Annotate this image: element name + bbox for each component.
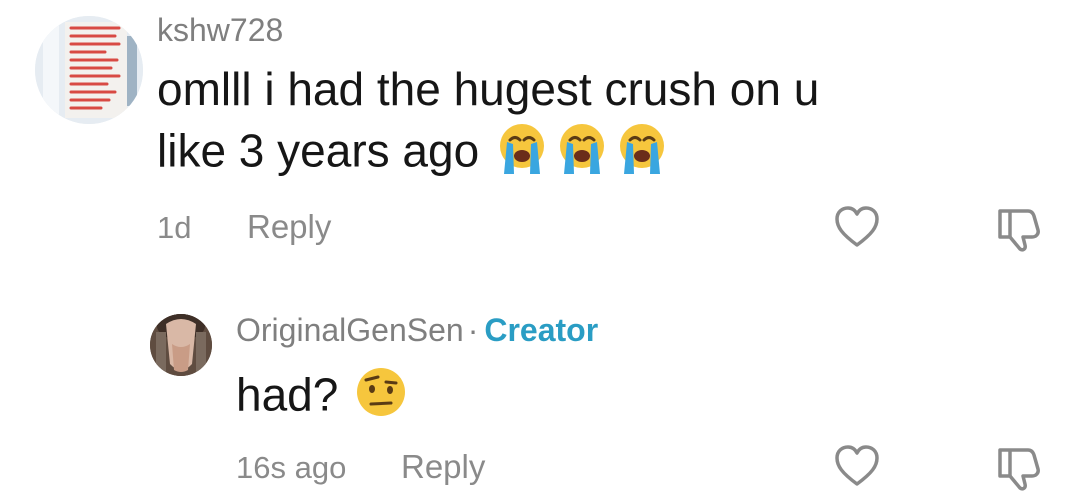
avatar[interactable] (150, 314, 212, 376)
comment-text-line-1: had? (236, 368, 339, 421)
comment-timestamp: 16s ago (236, 450, 347, 485)
comment-text: had? (236, 362, 411, 435)
comment-username[interactable]: kshw728 (157, 14, 283, 46)
face-with-raised-eyebrow-icon (351, 362, 411, 435)
comment-timestamp: 1d (157, 210, 192, 245)
heart-icon[interactable] (832, 442, 882, 492)
reply-username-row: OriginalGenSen · Creator (236, 314, 598, 346)
avatar-image (150, 314, 212, 376)
reply-button[interactable]: Reply (247, 210, 331, 243)
reply-button[interactable]: Reply (401, 450, 485, 483)
separator-dot: · (467, 312, 479, 348)
creator-badge: Creator (484, 312, 599, 348)
comment-text-line-2-text: like 3 years ago (157, 124, 480, 177)
avatar[interactable] (35, 16, 143, 124)
comment-text-line-2: like 3 years ago (157, 118, 819, 191)
comment-text: omlll i had the hugest crush on u like 3… (157, 60, 819, 191)
avatar-image (35, 16, 143, 124)
heart-icon[interactable] (832, 203, 882, 253)
thumbs-down-icon[interactable] (994, 203, 1044, 253)
comment-text-line-1: omlll i had the hugest crush on u (157, 63, 820, 115)
loudly-crying-face-icon (492, 118, 552, 191)
comments-panel: kshw728 omlll i had the hugest crush on … (0, 0, 1080, 499)
loudly-crying-face-icon (552, 118, 612, 191)
loudly-crying-face-icon (612, 118, 672, 191)
comment-username[interactable]: OriginalGenSen (236, 312, 464, 348)
thumbs-down-icon[interactable] (994, 442, 1044, 492)
